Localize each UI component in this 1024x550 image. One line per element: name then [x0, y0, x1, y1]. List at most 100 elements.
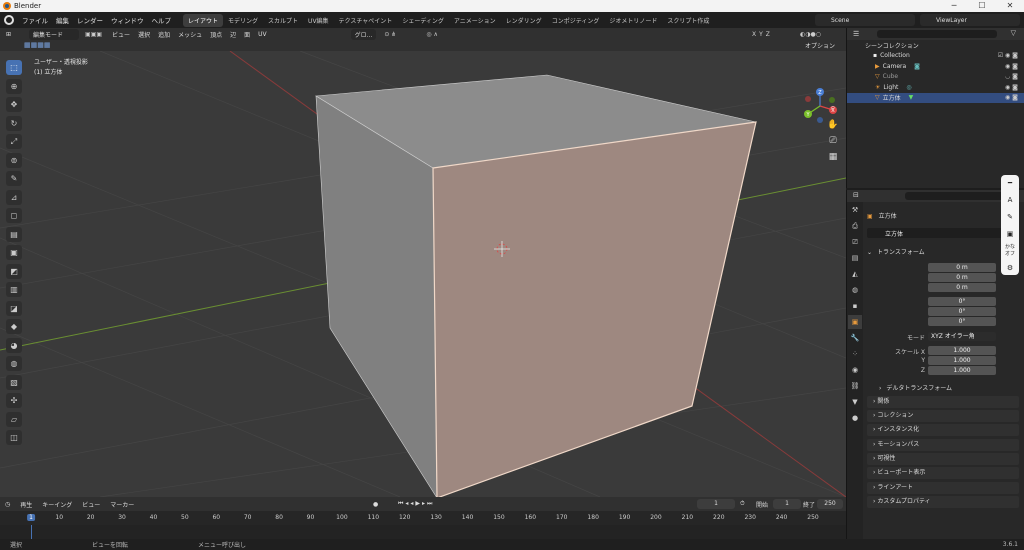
outliner-item-active-cube[interactable]: ▽ 立方体 ▼ ◉ ◙	[847, 92, 1024, 103]
panel-motion-paths[interactable]: › モーションパス	[867, 439, 1019, 451]
cursor-tool-icon[interactable]: ⊕	[6, 78, 22, 94]
maximize-button[interactable]: ☐	[968, 0, 996, 12]
rotation-z-field[interactable]: 0°	[928, 317, 996, 326]
outliner-search-input[interactable]	[877, 30, 997, 38]
delta-transform-panel[interactable]: › デルタトランスフォーム	[879, 383, 952, 392]
ime-dictionary-icon[interactable]: ▣	[1001, 226, 1019, 243]
viewport-menu-select[interactable]: 選択	[134, 30, 154, 39]
viewport-menu-vertex[interactable]: 頂点	[206, 30, 226, 39]
render-tab-icon[interactable]: ⎙	[848, 219, 862, 233]
menu-edit[interactable]: 編集	[52, 15, 73, 25]
scale-tool-icon[interactable]: ⤢	[6, 134, 22, 149]
scale-y-field[interactable]: 1.000	[928, 356, 996, 365]
end-frame-field[interactable]: 250	[817, 499, 843, 509]
rotation-y-field[interactable]: 0°	[928, 307, 996, 316]
panel-visibility[interactable]: › 可視性	[867, 453, 1019, 465]
viewport-menu-mesh[interactable]: メッシュ	[174, 30, 206, 39]
visibility-eye-icon[interactable]: ◉ ◙	[1005, 63, 1018, 70]
panel-viewport-display[interactable]: › ビューポート表示	[867, 467, 1019, 479]
select-mode-icons[interactable]: ▣▣▣	[85, 31, 102, 38]
outliner-item-camera[interactable]: ▶ Camera ◙ ◉ ◙	[847, 61, 1024, 72]
panel-custom-properties[interactable]: › カスタムプロパティ	[867, 496, 1019, 508]
light-data-icon[interactable]: ◎	[906, 84, 911, 91]
camera-data-icon[interactable]: ◙	[914, 63, 920, 70]
menu-file[interactable]: ファイル	[18, 15, 52, 25]
output-tab-icon[interactable]: ⎚	[848, 235, 862, 249]
axis-z-toggle[interactable]: Z	[766, 31, 770, 38]
tab-sculpt[interactable]: スカルプト	[263, 14, 303, 27]
rotate-tool-icon[interactable]: ↻	[6, 115, 22, 131]
viewport-menu-uv[interactable]: UV	[254, 31, 271, 38]
tab-rendering[interactable]: レンダリング	[501, 14, 547, 27]
timeline-menu-view[interactable]: ビュー	[77, 500, 105, 509]
playhead[interactable]	[31, 525, 32, 539]
object-data-name-field[interactable]: 立方体	[867, 228, 1019, 238]
viewport-menu-view[interactable]: ビュー	[108, 30, 134, 39]
panel-relations[interactable]: › 関係	[867, 396, 1019, 408]
object-tab-icon[interactable]: ▣	[848, 315, 862, 329]
scale-z-field[interactable]: 1.000	[928, 366, 996, 375]
timeline-menu-keying[interactable]: キーイング	[37, 500, 77, 509]
panel-line-art[interactable]: › ラインアート	[867, 482, 1019, 494]
view-layer-selector[interactable]: ViewLayer	[920, 14, 1020, 26]
tool-tab-icon[interactable]: ⚒	[848, 203, 862, 217]
rotation-x-field[interactable]: 0°	[928, 297, 996, 306]
hidden-eye-icon[interactable]: ◡ ◙	[1005, 73, 1018, 80]
ortho-grid-icon[interactable]: ▦	[826, 152, 840, 166]
panel-instancing[interactable]: › インスタンス化	[867, 424, 1019, 436]
timeline-ruler[interactable]: 1 10 20 30 40 50 60 70 80 90 100 110 120 130 140 150 160…	[0, 511, 846, 525]
close-button[interactable]: ✕	[996, 0, 1024, 12]
view-layer-tab-icon[interactable]: ▤	[848, 251, 862, 265]
options-button[interactable]: オプション	[805, 41, 835, 50]
cube-front-face-selected[interactable]	[432, 121, 757, 497]
minimize-button[interactable]: ─	[940, 0, 968, 12]
transform-tool-icon[interactable]: ⊚	[6, 152, 22, 168]
select-box-tool-icon[interactable]: ⬚	[6, 60, 22, 75]
tab-uv-edit[interactable]: UV編集	[303, 14, 334, 27]
blender-menu-icon[interactable]	[4, 15, 14, 25]
properties-editor-icon[interactable]: ⊟	[853, 191, 859, 199]
viewport-canvas[interactable]	[0, 28, 846, 497]
outliner-scene-collection[interactable]: シーンコレクション	[847, 40, 1024, 51]
tab-compositing[interactable]: コンポジティング	[547, 14, 605, 27]
bevel-tool-icon[interactable]: ◩	[6, 263, 22, 279]
ime-handle-icon[interactable]: ━	[1001, 175, 1019, 192]
camera-view-icon[interactable]: ⎚	[826, 136, 840, 150]
tab-geometry-nodes[interactable]: ジオメトリノード	[604, 14, 662, 27]
ime-input-mode[interactable]: A	[1001, 192, 1019, 209]
axis-x-toggle[interactable]: X	[752, 31, 756, 38]
select-box-icons[interactable]: ▦▦▦▦	[24, 41, 50, 49]
outliner-item-cube[interactable]: ▽ Cube ◡ ◙	[847, 72, 1024, 83]
tab-scripting[interactable]: スクリプト作成	[662, 14, 714, 27]
mode-selector[interactable]: 編集モード	[29, 28, 80, 40]
measure-tool-icon[interactable]: ⊿	[6, 189, 22, 205]
tab-modeling[interactable]: モデリング	[223, 14, 263, 27]
visibility-eye-icon[interactable]: ◉ ◙	[1005, 94, 1018, 101]
tab-animation[interactable]: アニメーション	[449, 14, 501, 27]
menu-window[interactable]: ウィンドウ	[107, 15, 148, 25]
editor-type-icon[interactable]: ⊞	[6, 31, 11, 38]
shading-mode-icons[interactable]: ◐◑●○	[800, 31, 821, 38]
panel-collections[interactable]: › コレクション	[867, 410, 1019, 422]
axis-y-toggle[interactable]: Y	[759, 31, 763, 38]
outliner-collection[interactable]: ▪ Collection ☑ ◉ ◙	[847, 51, 1024, 62]
shear-tool-icon[interactable]: ▱	[6, 411, 22, 427]
spin-tool-icon[interactable]: ◕	[6, 337, 22, 353]
timeline-menu-marker[interactable]: マーカー	[105, 500, 139, 509]
ime-pad-icon[interactable]: ✎	[1001, 209, 1019, 226]
location-z-field[interactable]: 0 m	[928, 283, 996, 292]
poly-build-tool-icon[interactable]: ◆	[6, 319, 22, 334]
timeline-menu-playback[interactable]: 再生	[15, 500, 37, 509]
scene-selector[interactable]: Scene	[815, 14, 915, 26]
visibility-eye-icon[interactable]: ☑ ◉ ◙	[998, 52, 1018, 59]
add-cube-tool-icon[interactable]: ◻	[6, 208, 22, 223]
rip-region-tool-icon[interactable]: ◫	[6, 430, 22, 445]
annotate-tool-icon[interactable]: ✎	[6, 171, 22, 186]
viewport-menu-edge[interactable]: 辺	[226, 30, 240, 39]
3d-viewport[interactable]: ⊞ 編集モード ▣▣▣ ビュー 選択 追加 メッシュ 頂点 辺 面 UV グロ.…	[0, 28, 846, 497]
loop-cut-tool-icon[interactable]: ▥	[6, 282, 22, 297]
zoom-icon[interactable]: ⌕	[826, 103, 840, 117]
rotation-mode-select[interactable]: XYZ オイラー角	[928, 332, 996, 341]
outliner-editor-icon[interactable]: ☰	[853, 30, 859, 38]
extrude-tool-icon[interactable]: ▤	[6, 226, 22, 242]
